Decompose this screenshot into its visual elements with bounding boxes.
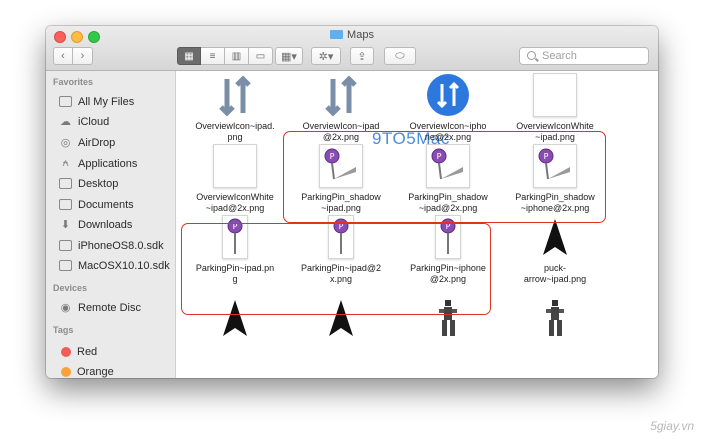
file-item[interactable]: OverviewIcon~ipad. png	[181, 73, 289, 143]
sidebar-item-remote-disc[interactable]: ◉ Remote Disc	[59, 299, 141, 316]
file-name: puck- arrow~ipad.png	[523, 263, 587, 284]
arrange-icon: ▦▾	[281, 50, 297, 63]
downloads-icon: ⬇	[60, 219, 71, 231]
highlight-box	[181, 223, 491, 315]
sidebar-item-desktop[interactable]: Desktop	[59, 175, 118, 192]
columns-icon: ▥	[231, 50, 242, 62]
grid-icon: ▦	[184, 50, 194, 62]
sidebar-item-label: Applications	[78, 157, 138, 170]
sidebar-item-label: Orange	[77, 365, 114, 378]
sidebar-item-label: MacOSX10.10.sdk	[78, 259, 170, 272]
sidebar-item-label: iCloud	[78, 115, 110, 128]
view-mode-selector: ▦ ≡ ▥ ▭	[177, 47, 273, 65]
overview-blue-circle-icon	[426, 73, 470, 117]
sidebar-item-applications[interactable]: ⍲ Applications	[59, 155, 137, 172]
forward-button[interactable]: ›	[73, 47, 93, 65]
list-icon: ≡	[209, 50, 216, 62]
action-button[interactable]: ✲▾	[311, 47, 341, 65]
title-bar: Maps ‹ › ▦ ≡ ▥ ▭ ▦▾ ✲▾ ⇪ ⬭ Search	[46, 26, 658, 71]
sidebar-item-label: Documents	[78, 198, 134, 211]
overview-arrows-icon	[213, 73, 257, 117]
folder-icon	[330, 30, 344, 39]
sidebar: Favorites All My Files ☁ iCloud ◎ AirDrop …	[46, 71, 176, 378]
search-field[interactable]: Search	[519, 47, 649, 65]
red-tag-dot-icon	[61, 346, 71, 357]
sidebar-item-documents[interactable]: Documents	[59, 196, 134, 213]
favorites-header: Favorites	[53, 77, 94, 87]
coverflow-icon: ▭	[255, 50, 266, 62]
search-placeholder: Search	[542, 50, 577, 62]
chevron-right-icon: ›	[80, 50, 85, 62]
coverflow-view-button[interactable]: ▭	[249, 47, 273, 65]
file-item[interactable]: puck- arrow~ipad.png	[501, 215, 609, 285]
file-item[interactable]	[501, 296, 609, 344]
walking-figure-icon	[533, 296, 577, 340]
sidebar-item-airdrop[interactable]: ◎ AirDrop	[59, 134, 116, 151]
share-button[interactable]: ⇪	[350, 47, 374, 65]
back-button[interactable]: ‹	[53, 47, 73, 65]
file-grid: 9TO5Mac OverviewIcon~ipad. png OverviewIc…	[176, 71, 658, 378]
arrange-button[interactable]: ▦▾	[275, 47, 303, 65]
tag-icon: ⬭	[395, 49, 405, 62]
search-icon	[527, 51, 536, 60]
blank-icon	[213, 144, 257, 188]
orange-tag-dot-icon	[61, 366, 71, 377]
desktop-icon	[59, 178, 72, 189]
documents-icon	[59, 199, 72, 210]
sidebar-item-downloads[interactable]: ⬇ Downloads	[59, 216, 133, 233]
finder-window: Maps ‹ › ▦ ≡ ▥ ▭ ▦▾ ✲▾ ⇪ ⬭ Search Favori…	[46, 26, 658, 378]
sidebar-item-label: Desktop	[78, 177, 119, 190]
disc-icon: ◉	[60, 302, 71, 314]
sidebar-item-all-my-files[interactable]: All My Files	[59, 93, 134, 110]
list-view-button[interactable]: ≡	[201, 47, 225, 65]
sidebar-item-label: AirDrop	[78, 136, 116, 149]
sidebar-item-iphoneos-sdk[interactable]: iPhoneOS8.0.sdk	[59, 237, 164, 254]
devices-header: Devices	[53, 283, 88, 293]
sidebar-item-label: Downloads	[78, 218, 133, 231]
overview-arrows-icon	[319, 73, 363, 117]
share-icon: ⇪	[357, 50, 367, 63]
file-item[interactable]: OverviewIconWhite ~ipad@2x.png	[181, 144, 289, 214]
sidebar-item-tag-orange[interactable]: Orange	[59, 363, 114, 378]
blank-icon	[533, 73, 577, 117]
sidebar-item-icloud[interactable]: ☁ iCloud	[59, 113, 109, 130]
icon-view-button[interactable]: ▦	[177, 47, 201, 65]
airdrop-icon: ◎	[60, 137, 71, 149]
gear-icon: ✲▾	[318, 50, 334, 63]
sidebar-item-label: Remote Disc	[78, 301, 141, 314]
folder-icon	[59, 260, 72, 271]
highlight-box	[283, 131, 606, 223]
all-files-icon	[59, 96, 72, 107]
applications-icon: ⍲	[62, 157, 69, 169]
sidebar-item-label: Red	[77, 345, 98, 358]
sidebar-item-tag-red[interactable]: Red	[59, 343, 97, 360]
sidebar-item-label: All My Files	[78, 95, 135, 108]
sidebar-item-macosx-sdk[interactable]: MacOSX10.10.sdk	[59, 257, 170, 274]
tags-button[interactable]: ⬭	[384, 47, 416, 65]
column-view-button[interactable]: ▥	[225, 47, 249, 65]
file-name: OverviewIconWhite ~ipad@2x.png	[196, 192, 274, 213]
sidebar-item-label: iPhoneOS8.0.sdk	[78, 239, 164, 252]
folder-icon	[59, 240, 72, 251]
site-watermark: 5giay.vn	[650, 419, 694, 433]
cloud-icon: ☁	[60, 116, 71, 128]
tags-header: Tags	[53, 325, 74, 335]
file-name: OverviewIcon~ipad. png	[195, 121, 275, 142]
chevron-left-icon: ‹	[61, 50, 65, 62]
window-title: Maps	[46, 29, 658, 41]
window-title-text: Maps	[347, 29, 374, 41]
